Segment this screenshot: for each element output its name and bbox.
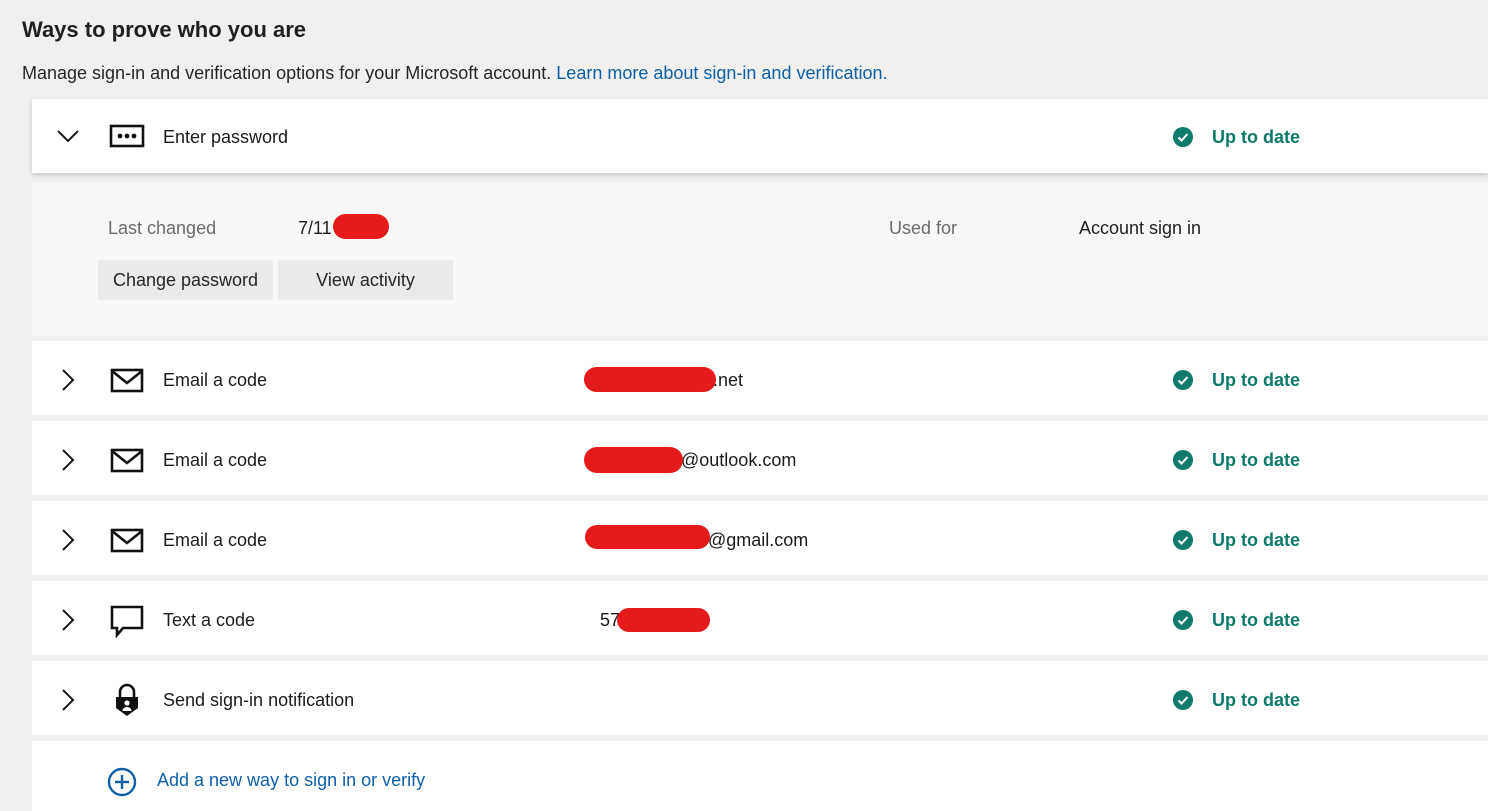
status-badge: Up to date xyxy=(1172,368,1300,392)
check-circle-icon xyxy=(1173,450,1193,470)
plus-circle-icon[interactable] xyxy=(107,767,137,797)
change-password-button[interactable]: Change password xyxy=(98,260,273,300)
last-changed-label: Last changed xyxy=(108,218,217,238)
check-circle-icon xyxy=(1173,127,1193,147)
view-activity-button[interactable]: View activity xyxy=(278,260,453,300)
envelope-icon xyxy=(110,448,144,473)
redaction-mark xyxy=(333,214,389,239)
status-text: Up to date xyxy=(1212,609,1300,630)
method-label: Enter password xyxy=(163,127,289,147)
page-title: Ways to prove who you are xyxy=(22,17,307,42)
method-row-email-3[interactable]: Email a code @gmail.com Up to date xyxy=(32,501,1488,575)
password-dots-icon xyxy=(109,124,145,148)
redaction-mark xyxy=(617,608,710,632)
subtitle-text: Manage sign-in and verification options … xyxy=(22,63,552,83)
add-method-row[interactable]: Add a new way to sign in or verify xyxy=(32,741,1488,811)
page-subtitle: Manage sign-in and verification options … xyxy=(22,60,888,86)
password-details-panel: Last changed 7/11 Used for Account sign … xyxy=(32,183,1488,336)
method-label: Send sign-in notification xyxy=(163,690,355,710)
redaction-mark xyxy=(584,367,716,392)
method-row-email-2[interactable]: Email a code @outlook.com Up to date xyxy=(32,421,1488,495)
used-for-value: Account sign in xyxy=(1079,218,1202,238)
method-label: Email a code xyxy=(163,450,268,470)
learn-more-link[interactable]: Learn more about sign-in and verificatio… xyxy=(556,63,887,83)
method-row-text[interactable]: Text a code 57 Up to date xyxy=(32,581,1488,655)
lock-person-icon xyxy=(116,683,138,716)
status-text: Up to date xyxy=(1212,449,1300,470)
chevron-right-icon[interactable] xyxy=(56,368,80,392)
status-badge: Up to date xyxy=(1172,608,1300,632)
chevron-right-icon[interactable] xyxy=(56,528,80,552)
check-circle-icon xyxy=(1173,370,1193,390)
status-badge: Up to date xyxy=(1172,448,1300,472)
method-row-email-1[interactable]: Email a code .net Up to date xyxy=(32,341,1488,415)
method-row-notification[interactable]: Send sign-in notification Up to date xyxy=(32,661,1488,735)
status-text: Up to date xyxy=(1212,369,1300,390)
status-text: Up to date xyxy=(1212,689,1300,710)
check-circle-icon xyxy=(1173,530,1193,550)
method-row-password[interactable]: Enter password Up to date xyxy=(32,99,1488,173)
chevron-down-icon[interactable] xyxy=(56,124,80,148)
method-value: .net xyxy=(713,370,744,390)
method-label: Email a code xyxy=(163,530,268,550)
check-circle-icon xyxy=(1173,690,1193,710)
method-value: @outlook.com xyxy=(681,450,797,470)
chevron-right-icon[interactable] xyxy=(56,688,80,712)
envelope-icon xyxy=(110,528,144,553)
status-badge: Up to date xyxy=(1172,688,1300,712)
status-badge: Up to date xyxy=(1172,528,1300,552)
method-value: @gmail.com xyxy=(708,530,809,550)
check-circle-icon xyxy=(1173,610,1193,630)
chevron-right-icon[interactable] xyxy=(56,608,80,632)
status-badge: Up to date xyxy=(1172,125,1300,149)
chevron-right-icon[interactable] xyxy=(56,448,80,472)
method-label: Email a code xyxy=(163,370,268,390)
status-text: Up to date xyxy=(1212,529,1300,550)
last-changed-value: 7/11 xyxy=(298,218,332,238)
method-label: Text a code xyxy=(163,610,256,630)
redaction-mark xyxy=(584,447,683,473)
chat-bubble-icon xyxy=(110,605,144,638)
redaction-mark xyxy=(585,525,710,549)
add-method-link[interactable]: Add a new way to sign in or verify xyxy=(157,768,425,792)
status-text: Up to date xyxy=(1212,126,1300,147)
envelope-icon xyxy=(110,368,144,393)
used-for-label: Used for xyxy=(889,218,958,238)
